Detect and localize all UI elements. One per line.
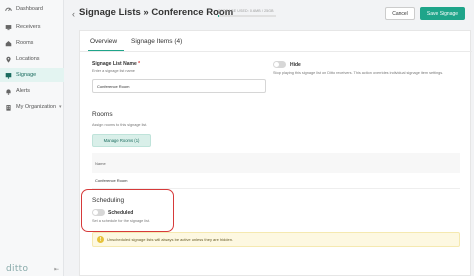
- dashboard-icon: [4, 5, 12, 13]
- sidebar-item-receivers[interactable]: Receivers: [0, 20, 64, 34]
- hide-toggle[interactable]: [273, 61, 286, 68]
- cancel-button[interactable]: Cancel: [385, 7, 415, 20]
- signage-list-name-input[interactable]: Conference Room: [92, 79, 266, 93]
- sidebar-item-signage[interactable]: Signage: [0, 68, 64, 82]
- name-label-text: Signage List Name: [92, 61, 137, 67]
- table-header-name: Name: [92, 153, 460, 173]
- storage-progress-fill: [218, 15, 220, 17]
- warning-icon: !: [97, 236, 104, 243]
- sidebar-item-alerts[interactable]: Alerts: [0, 84, 64, 98]
- signage-icon: [4, 71, 12, 79]
- required-asterisk: *: [138, 61, 141, 67]
- tab-overview[interactable]: Overview: [90, 38, 117, 45]
- sidebar-item-label: Alerts: [16, 88, 31, 94]
- unscheduled-warning-banner: ! Unscheduled signage lists will always …: [92, 232, 460, 247]
- signage-list-name-hint: Enter a signage list name: [92, 69, 135, 73]
- tab-signage-items[interactable]: Signage Items (4): [131, 38, 182, 45]
- sidebar-item-label: My Organization: [16, 104, 57, 110]
- storage-progress-bar: [218, 15, 276, 17]
- collapse-sidebar-icon[interactable]: ⇤: [54, 266, 59, 273]
- monitor-icon: [4, 23, 12, 31]
- storage-used-text: STORAGE USED: 0.6MB / 25GB: [218, 9, 274, 13]
- rooms-title: Rooms: [92, 111, 113, 118]
- sidebar-item-label: Receivers: [16, 24, 41, 30]
- bell-icon: [4, 87, 12, 95]
- sidebar-item-rooms[interactable]: Rooms: [0, 36, 64, 50]
- save-signage-button[interactable]: Save Signage: [420, 7, 465, 20]
- sidebar-item-label: Dashboard: [16, 6, 43, 12]
- sidebar-item-label: Signage: [16, 72, 37, 78]
- sidebar-item-label: Rooms: [16, 40, 34, 46]
- back-chevron-icon[interactable]: ‹: [72, 9, 75, 19]
- home-icon: [4, 39, 12, 47]
- org-icon: [4, 103, 12, 111]
- sidebar-item-my-organization[interactable]: My Organization ▾: [0, 100, 64, 114]
- sidebar-item-label: Locations: [16, 56, 40, 62]
- signage-card: Overview Signage Items (4) Signage List …: [79, 30, 472, 276]
- page-title: Signage Lists » Conference Room: [79, 7, 234, 18]
- hide-hint: Stop playing this signage list on Ditto …: [273, 71, 444, 75]
- chevron-down-icon: ▾: [59, 104, 62, 110]
- table-row: Conference Room: [92, 173, 460, 189]
- hide-label: Hide: [290, 62, 301, 68]
- warning-text: Unscheduled signage lists will always be…: [107, 237, 234, 242]
- ditto-logo: ditto: [6, 264, 29, 274]
- sidebar: Dashboard Receivers Rooms Locations Sign…: [0, 0, 64, 276]
- rooms-table: Name Conference Room: [92, 153, 460, 189]
- signage-list-name-label: Signage List Name *: [92, 61, 140, 67]
- scheduling-highlight-outline: [81, 189, 174, 232]
- app-root: Dashboard Receivers Rooms Locations Sign…: [0, 0, 474, 276]
- rooms-hint: Assign rooms to this signage list.: [92, 123, 148, 127]
- sidebar-item-locations[interactable]: Locations: [0, 52, 64, 66]
- sidebar-item-dashboard[interactable]: Dashboard: [0, 2, 64, 16]
- tab-divider: [80, 51, 472, 52]
- manage-rooms-button[interactable]: Manage Rooms (1): [92, 134, 151, 147]
- pin-icon: [4, 55, 12, 63]
